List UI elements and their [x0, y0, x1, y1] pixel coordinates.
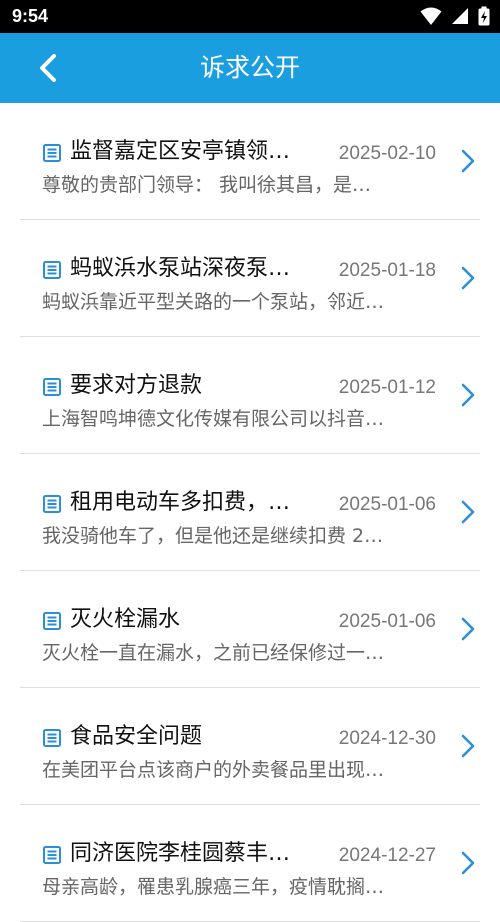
document-icon — [43, 846, 61, 864]
list-item[interactable]: 蚂蚁浜水泵站深夜泵… 2025-01-18 蚂蚁浜靠近平型关路的一个泵站，邻近… — [20, 220, 480, 337]
item-summary: 上海智鸣坤德文化传媒有限公司以抖音… — [42, 408, 385, 430]
document-icon — [43, 144, 61, 162]
item-summary: 在美团平台点该商户的外卖餐品里出现… — [42, 759, 385, 781]
item-date: 2025-01-06 — [338, 611, 436, 632]
item-summary: 我没骑他车了，但是他还是继续扣费 2… — [42, 525, 384, 547]
item-date: 2024-12-27 — [338, 845, 436, 866]
list-item[interactable]: 灭火栓漏水 2025-01-06 灭火栓一直在漏水，之前已经保修过一… — [20, 571, 480, 688]
list-item[interactable]: 监督嘉定区安亭镇领… 2025-02-10 尊敬的贵部门领导： 我叫徐其昌，是… — [20, 103, 480, 220]
document-icon — [43, 729, 61, 747]
list-item[interactable]: 食品安全问题 2024-12-30 在美团平台点该商户的外卖餐品里出现… — [20, 688, 480, 805]
app-bar: 诉求公开 — [0, 33, 500, 103]
item-summary: 尊敬的贵部门领导： 我叫徐其昌，是… — [42, 174, 372, 196]
cellular-signal-icon — [451, 8, 468, 24]
item-summary: 蚂蚁浜靠近平型关路的一个泵站，邻近… — [42, 291, 385, 313]
document-icon — [43, 261, 61, 279]
list-item[interactable]: 要求对方退款 2025-01-12 上海智鸣坤德文化传媒有限公司以抖音… — [20, 337, 480, 454]
battery-charging-icon — [478, 6, 490, 26]
status-bar: 9:54 — [0, 0, 500, 33]
item-date: 2024-12-30 — [338, 728, 436, 749]
chevron-right-icon — [461, 734, 475, 758]
wifi-icon — [420, 7, 442, 25]
item-title: 灭火栓漏水 — [70, 607, 181, 632]
page-title: 诉求公开 — [199, 53, 300, 82]
item-summary: 母亲高龄，罹患乳腺癌三年，疫情耽搁… — [42, 876, 385, 898]
document-icon — [43, 378, 61, 396]
chevron-right-icon — [461, 383, 475, 407]
item-title: 要求对方退款 — [70, 373, 203, 398]
document-icon — [43, 495, 61, 513]
list-item[interactable]: 租用电动车多扣费，… 2025-01-06 我没骑他车了，但是他还是继续扣费 2… — [20, 454, 480, 571]
appeal-list: 监督嘉定区安亭镇领… 2025-02-10 尊敬的贵部门领导： 我叫徐其昌，是…… — [0, 103, 500, 922]
chevron-right-icon — [461, 500, 475, 524]
item-date: 2025-01-12 — [338, 377, 436, 398]
status-time: 9:54 — [12, 6, 49, 26]
item-date: 2025-02-10 — [338, 143, 436, 164]
list-item[interactable]: 同济医院李桂圆蔡丰… 2024-12-27 母亲高龄，罹患乳腺癌三年，疫情耽搁… — [20, 805, 480, 922]
item-title: 租用电动车多扣费，… — [70, 490, 291, 515]
item-title: 监督嘉定区安亭镇领… — [70, 139, 291, 164]
item-summary: 灭火栓一直在漏水，之前已经保修过一… — [42, 642, 385, 664]
chevron-right-icon — [461, 851, 475, 875]
item-title: 蚂蚁浜水泵站深夜泵… — [70, 256, 291, 281]
status-icons — [416, 6, 490, 27]
item-title: 食品安全问题 — [70, 724, 203, 749]
item-title: 同济医院李桂圆蔡丰… — [70, 841, 291, 866]
item-date: 2025-01-06 — [338, 494, 436, 515]
chevron-right-icon — [461, 617, 475, 641]
chevron-right-icon — [461, 149, 475, 173]
chevron-right-icon — [461, 266, 475, 290]
item-date: 2025-01-18 — [338, 260, 436, 281]
document-icon — [43, 612, 61, 630]
